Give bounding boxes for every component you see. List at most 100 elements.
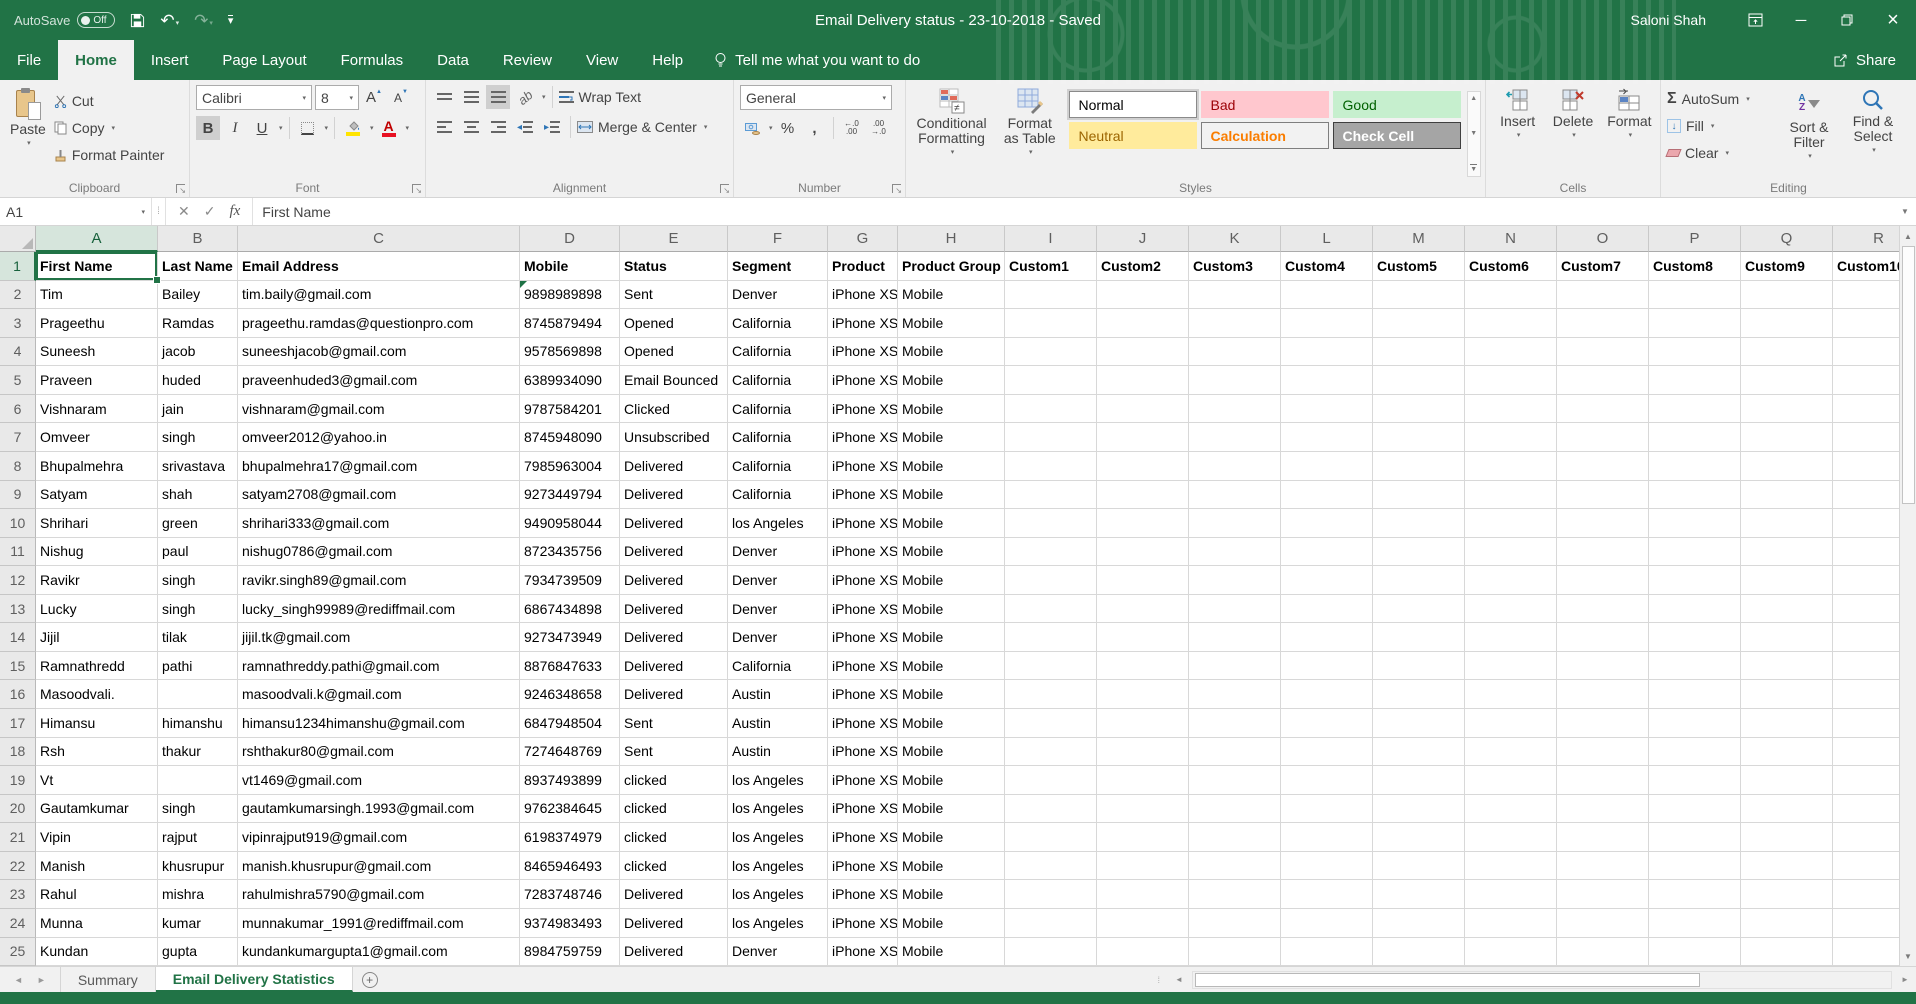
cell-K5[interactable] bbox=[1189, 366, 1281, 395]
next-sheet-icon[interactable]: ► bbox=[37, 975, 46, 985]
cell-D20[interactable]: 9762384645 bbox=[520, 795, 620, 824]
cell-E23[interactable]: Delivered bbox=[620, 880, 728, 909]
cell-E8[interactable]: Delivered bbox=[620, 452, 728, 481]
cell-N17[interactable] bbox=[1465, 709, 1557, 738]
cell-G16[interactable]: iPhone XS bbox=[828, 680, 898, 709]
cell-N25[interactable] bbox=[1465, 938, 1557, 967]
cell-A11[interactable]: Nishug bbox=[36, 538, 158, 567]
align-left-button[interactable] bbox=[432, 115, 456, 139]
tab-page-layout[interactable]: Page Layout bbox=[205, 40, 323, 80]
cell-J8[interactable] bbox=[1097, 452, 1189, 481]
row-header-22[interactable]: 22 bbox=[0, 852, 36, 881]
cell-N24[interactable] bbox=[1465, 909, 1557, 938]
cell-B3[interactable]: Ramdas bbox=[158, 309, 238, 338]
row-header-7[interactable]: 7 bbox=[0, 423, 36, 452]
row-header-13[interactable]: 13 bbox=[0, 595, 36, 624]
cancel-entry-icon[interactable]: ✕ bbox=[178, 203, 190, 220]
cell-B25[interactable]: gupta bbox=[158, 938, 238, 967]
insert-cells-button[interactable]: Insert ▾ bbox=[1492, 85, 1543, 177]
cell-F3[interactable]: California bbox=[728, 309, 828, 338]
tab-view[interactable]: View bbox=[569, 40, 635, 80]
cell-I25[interactable] bbox=[1005, 938, 1097, 967]
cell-E18[interactable]: Sent bbox=[620, 738, 728, 767]
cell-Q20[interactable] bbox=[1741, 795, 1833, 824]
cell-J13[interactable] bbox=[1097, 595, 1189, 624]
cell-O7[interactable] bbox=[1557, 423, 1649, 452]
cell-B8[interactable]: srivastava bbox=[158, 452, 238, 481]
cell-G7[interactable]: iPhone XS bbox=[828, 423, 898, 452]
cell-A7[interactable]: Omveer bbox=[36, 423, 158, 452]
column-header-A[interactable]: A bbox=[36, 226, 158, 252]
cell-B22[interactable]: khusrupur bbox=[158, 852, 238, 881]
cell-P10[interactable] bbox=[1649, 509, 1741, 538]
cell-K22[interactable] bbox=[1189, 852, 1281, 881]
cell-B20[interactable]: singh bbox=[158, 795, 238, 824]
cell-F11[interactable]: Denver bbox=[728, 538, 828, 567]
cell-style-good[interactable]: Good bbox=[1333, 91, 1461, 118]
cell-F9[interactable]: California bbox=[728, 481, 828, 510]
cell-I7[interactable] bbox=[1005, 423, 1097, 452]
cell-L22[interactable] bbox=[1281, 852, 1373, 881]
cell-C5[interactable]: praveenhuded3@gmail.com bbox=[238, 366, 520, 395]
decrease-decimal-button[interactable]: .00→.0 bbox=[867, 116, 891, 140]
cell-J25[interactable] bbox=[1097, 938, 1189, 967]
format-cells-button[interactable]: Format ▾ bbox=[1603, 85, 1656, 177]
column-header-E[interactable]: E bbox=[620, 226, 728, 252]
cell-O23[interactable] bbox=[1557, 880, 1649, 909]
column-header-H[interactable]: H bbox=[898, 226, 1005, 252]
cell-C19[interactable]: vt1469@gmail.com bbox=[238, 766, 520, 795]
row-header-5[interactable]: 5 bbox=[0, 366, 36, 395]
cell-Q13[interactable] bbox=[1741, 595, 1833, 624]
cell-J20[interactable] bbox=[1097, 795, 1189, 824]
cell-K21[interactable] bbox=[1189, 823, 1281, 852]
cell-Q1[interactable]: Custom9 bbox=[1741, 252, 1833, 281]
cell-M16[interactable] bbox=[1373, 680, 1465, 709]
cell-Q5[interactable] bbox=[1741, 366, 1833, 395]
cell-style-calculation[interactable]: Calculation bbox=[1201, 122, 1329, 149]
paste-button[interactable]: Paste ▾ bbox=[6, 85, 50, 177]
confirm-entry-icon[interactable]: ✓ bbox=[204, 203, 216, 220]
fill-button[interactable]: ↓Fill▾ bbox=[1667, 114, 1775, 138]
cell-E16[interactable]: Delivered bbox=[620, 680, 728, 709]
cell-P13[interactable] bbox=[1649, 595, 1741, 624]
cell-A21[interactable]: Vipin bbox=[36, 823, 158, 852]
cell-A18[interactable]: Rsh bbox=[36, 738, 158, 767]
row-header-6[interactable]: 6 bbox=[0, 395, 36, 424]
cell-I21[interactable] bbox=[1005, 823, 1097, 852]
cell-J17[interactable] bbox=[1097, 709, 1189, 738]
cell-K11[interactable] bbox=[1189, 538, 1281, 567]
cell-O19[interactable] bbox=[1557, 766, 1649, 795]
scroll-up-icon[interactable]: ▲ bbox=[1900, 226, 1916, 246]
cell-B19[interactable] bbox=[158, 766, 238, 795]
cell-E3[interactable]: Opened bbox=[620, 309, 728, 338]
cell-A6[interactable]: Vishnaram bbox=[36, 395, 158, 424]
cell-P24[interactable] bbox=[1649, 909, 1741, 938]
cell-L9[interactable] bbox=[1281, 481, 1373, 510]
cell-E5[interactable]: Email Bounced bbox=[620, 366, 728, 395]
format-painter-button[interactable]: Format Painter bbox=[54, 143, 165, 167]
cell-P22[interactable] bbox=[1649, 852, 1741, 881]
cell-C6[interactable]: vishnaram@gmail.com bbox=[238, 395, 520, 424]
cell-K9[interactable] bbox=[1189, 481, 1281, 510]
row-header-24[interactable]: 24 bbox=[0, 909, 36, 938]
cell-C14[interactable]: jijil.tk@gmail.com bbox=[238, 623, 520, 652]
restore-button[interactable] bbox=[1824, 0, 1870, 40]
cell-G10[interactable]: iPhone XS bbox=[828, 509, 898, 538]
cell-C16[interactable]: masoodvali.k@gmail.com bbox=[238, 680, 520, 709]
cell-H8[interactable]: Mobile bbox=[898, 452, 1005, 481]
cell-F17[interactable]: Austin bbox=[728, 709, 828, 738]
cell-J14[interactable] bbox=[1097, 623, 1189, 652]
cell-J11[interactable] bbox=[1097, 538, 1189, 567]
cell-M19[interactable] bbox=[1373, 766, 1465, 795]
cell-K2[interactable] bbox=[1189, 281, 1281, 310]
cell-I24[interactable] bbox=[1005, 909, 1097, 938]
cell-I13[interactable] bbox=[1005, 595, 1097, 624]
cell-K13[interactable] bbox=[1189, 595, 1281, 624]
cell-F14[interactable]: Denver bbox=[728, 623, 828, 652]
cell-N7[interactable] bbox=[1465, 423, 1557, 452]
cell-C13[interactable]: lucky_singh99989@rediffmail.com bbox=[238, 595, 520, 624]
cell-G12[interactable]: iPhone XS bbox=[828, 566, 898, 595]
cell-O13[interactable] bbox=[1557, 595, 1649, 624]
row-header-1[interactable]: 1 bbox=[0, 252, 36, 281]
cell-L25[interactable] bbox=[1281, 938, 1373, 967]
